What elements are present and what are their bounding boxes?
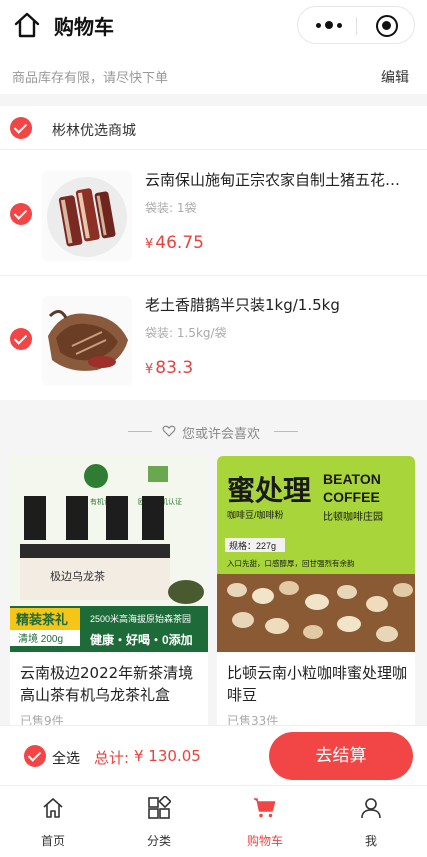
gift-label: 精装茶礼 xyxy=(16,612,68,627)
product-card[interactable]: 蜜处理 咖啡豆/咖啡粉 BEATON COFFEE 比顿咖啡庄园 规格：227g… xyxy=(217,456,415,746)
product-image[interactable]: 蜜处理 咖啡豆/咖啡粉 BEATON COFFEE 比顿咖啡庄园 规格：227g… xyxy=(217,456,415,652)
edit-button[interactable]: 编辑 xyxy=(381,67,409,87)
product-title[interactable]: 云南极边2022年新茶清境高山茶有机乌龙茶礼盒 xyxy=(20,662,200,706)
currency-symbol: ¥ xyxy=(145,237,154,252)
desc-text: 入口先甜，口感醇厚，回甘强烈有余韵 xyxy=(227,558,355,568)
product-title[interactable]: 比顿云南小粒咖啡蜜处理咖啡豆 xyxy=(227,662,407,706)
item-title[interactable]: 老土香腊鹅半只装1kg/1.5kg xyxy=(145,294,413,315)
tab-label: 我 xyxy=(364,834,377,848)
stock-notice-bar: 商品库存有限，请尽快下单 编辑 xyxy=(0,50,427,94)
nav-header: 购物车 xyxy=(0,0,427,50)
item-spec[interactable]: 袋装: 1.5kg/袋 xyxy=(145,324,227,341)
tab-profile[interactable]: 我 xyxy=(318,786,424,857)
mini-program-capsule xyxy=(297,6,415,44)
currency-symbol: ¥ xyxy=(145,362,154,377)
product-thumbnail[interactable] xyxy=(42,296,132,386)
store-row: 彬林优选商城 xyxy=(0,106,427,150)
store-checkbox[interactable] xyxy=(10,117,32,139)
box-label: 极边乌龙茶 xyxy=(50,569,105,583)
item-title[interactable]: 云南保山施甸正宗农家自制土猪五花腊肉 xyxy=(145,169,413,190)
headline-text: 蜜处理 xyxy=(227,475,311,506)
cart-item[interactable]: 老土香腊鹅半只装1kg/1.5kg 袋装: 1.5kg/袋 ¥83.3 xyxy=(0,276,427,401)
page-title: 购物车 xyxy=(54,15,114,39)
recommend-title: 您或许会喜欢 xyxy=(182,427,261,442)
tab-label: 购物车 xyxy=(246,834,283,848)
cart-item[interactable]: 云南保山施甸正宗农家自制土猪五花腊肉 袋装: 1袋 ¥46.75 xyxy=(0,151,427,276)
product-image[interactable]: 中国 有机认证 欧盟 有机认证 极边乌龙茶 精装茶礼 2500米高海拔原始森茶园… xyxy=(10,456,208,652)
tab-bar: 首页 分类 购物车 我 xyxy=(0,785,427,857)
more-icon[interactable] xyxy=(316,21,342,29)
slogan-label: 健康・好喝・0添加 xyxy=(90,632,193,647)
price-value: 46.75 xyxy=(155,233,204,253)
heart-icon xyxy=(162,425,176,437)
stock-notice-text: 商品库存有限，请尽快下单 xyxy=(12,71,169,86)
select-all-checkbox[interactable] xyxy=(24,745,46,767)
home-icon xyxy=(43,798,63,818)
tab-label: 分类 xyxy=(146,834,171,848)
weight-label: 清境 200g xyxy=(18,632,63,645)
category-icon xyxy=(148,796,171,819)
total-value: ¥ 130.05 xyxy=(134,747,201,765)
item-price: ¥46.75 xyxy=(145,233,204,253)
product-thumbnail[interactable] xyxy=(42,171,132,261)
tab-home[interactable]: 首页 xyxy=(0,786,106,857)
cart-icon xyxy=(254,798,276,818)
cart-list: 彬林优选商城 云南保山施甸正宗农家自制土猪五花腊肉 袋装: 1袋 ¥46.75 xyxy=(0,106,427,400)
product-card[interactable]: 中国 有机认证 欧盟 有机认证 极边乌龙茶 精装茶礼 2500米高海拔原始森茶园… xyxy=(10,456,208,746)
tab-label: 首页 xyxy=(40,834,65,848)
item-spec[interactable]: 袋装: 1袋 xyxy=(145,199,197,216)
divider-line xyxy=(128,431,152,432)
user-icon xyxy=(361,798,381,819)
checkout-button[interactable]: 去结算 xyxy=(269,732,413,780)
item-checkbox[interactable] xyxy=(10,203,32,225)
price-value: 83.3 xyxy=(155,358,194,378)
total-label: 总计: xyxy=(94,749,130,767)
brand-text: BEATON xyxy=(323,471,381,487)
select-all-label[interactable]: 全选 xyxy=(52,748,80,768)
spec-text: 规格：227g xyxy=(229,540,276,551)
divider-line xyxy=(274,431,298,432)
close-miniprogram-icon[interactable] xyxy=(376,15,398,37)
capsule-divider xyxy=(356,17,357,35)
item-price: ¥83.3 xyxy=(145,358,193,378)
item-checkbox[interactable] xyxy=(10,328,32,350)
origin-label: 2500米高海拔原始森茶园 xyxy=(90,613,191,624)
home-icon[interactable] xyxy=(12,10,42,40)
brand-cn-text: 比顿咖啡庄园 xyxy=(323,510,383,523)
tab-category[interactable]: 分类 xyxy=(106,786,212,857)
brand-text: COFFEE xyxy=(323,489,380,505)
checkout-bar: 全选 总计: ¥ 130.05 去结算 xyxy=(0,725,427,785)
tab-cart[interactable]: 购物车 xyxy=(212,786,318,857)
store-name: 彬林优选商城 xyxy=(52,123,136,139)
sub-text: 咖啡豆/咖啡粉 xyxy=(227,509,284,520)
